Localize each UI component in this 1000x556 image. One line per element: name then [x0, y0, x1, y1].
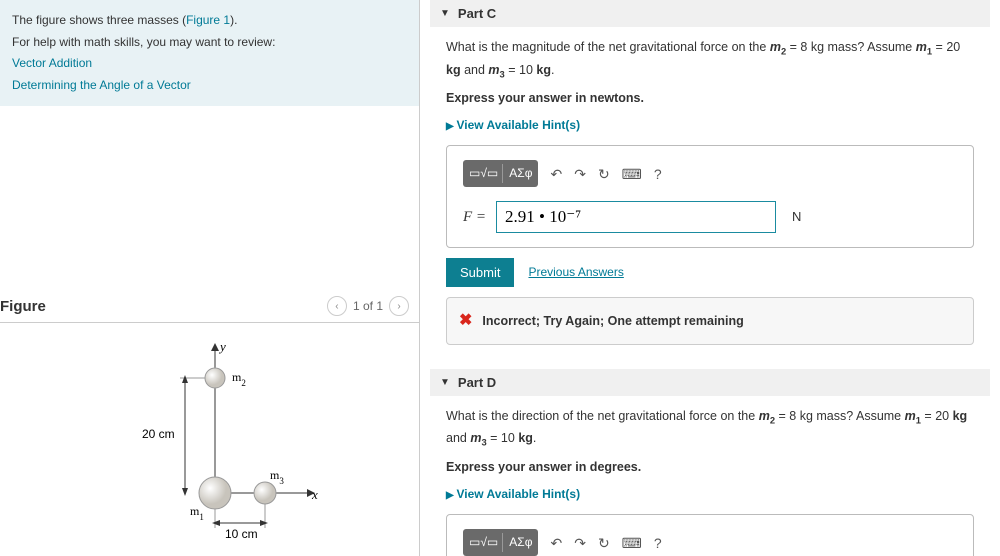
part-c-hints[interactable]: View Available Hint(s) [446, 116, 974, 135]
part-d-express: Express your answer in degrees. [446, 457, 974, 477]
figure-diagram: y x 20 cm 10 cm m2 [80, 333, 340, 543]
part-c-answer-input[interactable] [496, 201, 776, 233]
part-d-title: Part D [458, 375, 496, 390]
undo-icon[interactable]: ↶ [550, 163, 562, 185]
template-tool[interactable]: ▭√▭ΑΣφ [463, 160, 538, 187]
figure-heading: Figure [0, 298, 46, 315]
help-icon[interactable]: ? [654, 532, 662, 554]
redo-icon[interactable]: ↷ [574, 532, 586, 554]
link-vector-addition[interactable]: Vector Addition [12, 56, 92, 70]
incorrect-icon: ✖ [459, 308, 472, 334]
intro-text-1b: ). [230, 13, 237, 27]
svg-text:m1: m1 [190, 504, 204, 522]
part-d-question: What is the direction of the net gravita… [446, 406, 974, 451]
part-c-feedback: ✖ Incorrect; Try Again; One attempt rema… [446, 297, 974, 345]
link-angle-vector[interactable]: Determining the Angle of a Vector [12, 78, 191, 92]
equation-toolbar: ▭√▭ΑΣφ ↶ ↷ ↻ ⌨ ? [463, 160, 662, 187]
part-d-header[interactable]: ▼ Part D [430, 369, 990, 396]
x-axis-label: x [311, 487, 318, 502]
dim-20cm: 20 cm [142, 427, 175, 441]
figure-next-button[interactable]: › [389, 296, 409, 316]
part-d-hints[interactable]: View Available Hint(s) [446, 485, 974, 504]
y-axis-label: y [218, 339, 226, 354]
feedback-message: Incorrect; Try Again; One attempt remain… [482, 311, 743, 331]
template-tool-d[interactable]: ▭√▭ΑΣφ [463, 529, 538, 556]
keyboard-icon[interactable]: ⌨ [622, 163, 642, 185]
figure-link[interactable]: Figure 1 [186, 13, 230, 27]
undo-icon[interactable]: ↶ [550, 532, 562, 554]
keyboard-icon[interactable]: ⌨ [622, 532, 642, 554]
collapse-icon: ▼ [440, 8, 450, 19]
figure-prev-button[interactable]: ‹ [327, 296, 347, 316]
equation-toolbar-d: ▭√▭ΑΣφ ↶ ↷ ↻ ⌨ ? [463, 529, 662, 556]
reset-icon[interactable]: ↻ [598, 163, 610, 185]
part-c-unit: N [792, 207, 801, 228]
intro-text-2: For help with math skills, you may want … [12, 32, 407, 54]
svg-text:m2: m2 [232, 370, 246, 388]
figure-pager: 1 of 1 [353, 299, 383, 313]
part-c-previous-answers[interactable]: Previous Answers [528, 263, 623, 282]
part-c-question: What is the magnitude of the net gravita… [446, 37, 974, 82]
part-c-title: Part C [458, 6, 496, 21]
part-c-header[interactable]: ▼ Part C [430, 0, 990, 27]
intro-text-1a: The figure shows three masses ( [12, 13, 186, 27]
part-c-submit-button[interactable]: Submit [446, 258, 514, 287]
help-icon[interactable]: ? [654, 163, 662, 185]
part-c-variable: F = [463, 205, 486, 229]
reset-icon[interactable]: ↻ [598, 532, 610, 554]
part-c-express: Express your answer in newtons. [446, 88, 974, 108]
dim-10cm: 10 cm [225, 527, 258, 541]
collapse-icon: ▼ [440, 377, 450, 388]
intro-panel: The figure shows three masses (Figure 1)… [0, 0, 419, 106]
redo-icon[interactable]: ↷ [574, 163, 586, 185]
svg-text:m3: m3 [270, 468, 284, 486]
